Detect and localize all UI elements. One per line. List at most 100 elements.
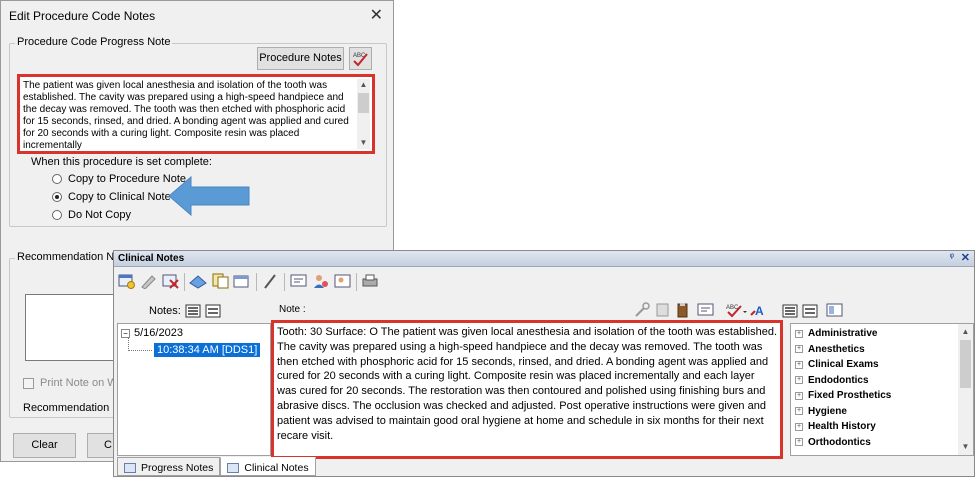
scroll-up-icon[interactable]: ▲ [357, 79, 370, 91]
print-icon[interactable] [361, 273, 379, 289]
scroll-down-icon[interactable]: ▼ [357, 137, 370, 149]
note-scrollbar[interactable]: ▲ ▼ [357, 79, 370, 149]
expand-icon[interactable]: + [795, 407, 803, 415]
toolbar-separator [256, 273, 257, 291]
radio-do-not-copy[interactable]: Do Not Copy [52, 209, 131, 221]
pin-icon[interactable]: ᵠ [950, 252, 954, 263]
tab-progress-notes[interactable]: Progress Notes [117, 457, 221, 476]
wrench-icon[interactable] [633, 302, 651, 318]
expand-icon[interactable]: + [795, 376, 803, 384]
tree-date-label: 5/16/2023 [134, 327, 183, 339]
completion-label: When this procedure is set complete: [31, 156, 212, 168]
collapse-all-icon[interactable] [205, 304, 221, 318]
collapse-categories-icon[interactable] [802, 304, 818, 318]
radio-label: Copy to Clinical Note [68, 191, 171, 203]
expand-all-icon[interactable] [185, 304, 201, 318]
category-item[interactable]: + Administrative [795, 328, 877, 339]
category-item[interactable]: + Fixed Prosthetics [795, 390, 891, 401]
close-icon[interactable]: ✕ [961, 251, 970, 264]
font-color-icon[interactable]: A [750, 302, 768, 318]
clear-button[interactable]: Clear [13, 433, 76, 458]
left-arrow-icon [169, 175, 250, 217]
checkbox-icon [23, 377, 34, 389]
procedure-notes-button[interactable]: Procedure Notes [257, 47, 344, 70]
toolbar-separator [184, 273, 185, 291]
print-note-checkbox[interactable]: Print Note on W [23, 377, 118, 389]
category-label: Endodontics [808, 374, 869, 386]
copy-note-icon[interactable] [211, 273, 229, 289]
scroll-down-icon[interactable]: ▼ [958, 441, 973, 453]
clinical-note-textarea[interactable]: Tooth: 30 Surface: O The patient was giv… [271, 320, 783, 459]
tab-label: Clinical Notes [244, 461, 309, 474]
user-icon[interactable] [312, 273, 330, 289]
close-icon[interactable]: ✕ [370, 5, 383, 25]
edit-note-icon[interactable] [140, 273, 158, 289]
group-title: Procedure Code Progress Note [15, 36, 173, 48]
category-item[interactable]: + Anesthetics [795, 344, 865, 355]
svg-text:A: A [755, 304, 764, 318]
category-item[interactable]: + Clinical Exams [795, 359, 879, 370]
window-icon[interactable] [233, 273, 251, 289]
tab-clinical-notes[interactable]: Clinical Notes [220, 457, 316, 476]
category-label: Clinical Exams [808, 359, 879, 370]
radio-copy-to-clinical-note[interactable]: Copy to Clinical Note [52, 191, 171, 203]
panel-titlebar: Clinical Notes ᵠ ✕ [114, 251, 974, 267]
recommendation-textarea[interactable] [25, 294, 115, 361]
expand-categories-icon[interactable] [782, 304, 798, 318]
category-scrollbar[interactable]: ▲ ▼ [958, 324, 973, 455]
tab-label: Progress Notes [141, 461, 214, 474]
expand-icon[interactable]: + [795, 438, 803, 446]
clinical-notes-icon [227, 462, 240, 473]
new-note-icon[interactable] [118, 273, 136, 289]
expand-icon[interactable]: + [795, 345, 803, 353]
category-label: Fixed Prosthetics [808, 390, 892, 401]
expand-icon[interactable]: + [795, 329, 803, 338]
category-item[interactable]: + Hygiene [795, 406, 847, 417]
expand-icon[interactable]: + [795, 360, 803, 369]
spell-check-icon: ABC [353, 53, 368, 67]
bottom-tabs: Progress Notes Clinical Notes [117, 457, 316, 476]
radio-copy-to-procedure-note[interactable]: Copy to Procedure Note [52, 173, 186, 185]
attach-icon[interactable] [654, 302, 672, 318]
spell-check-button[interactable]: ABC [349, 47, 372, 70]
tree-connector [128, 350, 152, 351]
category-item[interactable]: + Endodontics [795, 375, 869, 386]
tree-date-node[interactable]: − 5/16/2023 [121, 327, 183, 339]
category-label: Orthodontics [808, 436, 871, 448]
note-label: Note : [279, 304, 306, 315]
category-label: Anesthetics [808, 343, 865, 355]
view-icon[interactable] [826, 302, 844, 318]
pen-icon[interactable] [262, 273, 280, 289]
collapse-icon[interactable]: − [121, 328, 130, 338]
delete-note-icon[interactable] [162, 273, 180, 289]
screen-icon[interactable] [290, 273, 308, 289]
clipboard-icon[interactable] [674, 302, 692, 318]
category-label: Hygiene [808, 405, 847, 417]
expand-icon[interactable]: + [795, 422, 803, 431]
recommendation-group-title: Recommendation No [15, 251, 123, 263]
category-item[interactable]: + Orthodontics [795, 437, 871, 448]
notes-label: Notes: [149, 305, 181, 317]
category-item[interactable]: + Health History [795, 421, 876, 432]
procedure-note-textarea[interactable]: The patient was given local anesthesia a… [17, 74, 375, 154]
radio-unselected-icon [52, 210, 62, 220]
toolbar-separator [356, 273, 357, 291]
radio-label: Do Not Copy [68, 209, 131, 221]
clinical-notes-panel: Clinical Notes ᵠ ✕ Notes: Note : ABC A −… [113, 250, 975, 477]
category-label: Administrative [808, 328, 878, 339]
clinical-toolbar [114, 269, 974, 295]
scroll-thumb[interactable] [358, 93, 369, 113]
template-icon[interactable] [697, 302, 715, 318]
scroll-up-icon[interactable]: ▲ [958, 326, 973, 338]
procedure-note-text: The patient was given local anesthesia a… [23, 80, 349, 150]
person-card-icon[interactable] [334, 273, 352, 289]
notes-tree: − 5/16/2023 10:38:34 AM [DDS1] [117, 323, 271, 456]
progress-notes-icon [124, 462, 136, 473]
expand-icon[interactable]: + [795, 391, 803, 400]
spell-check-icon[interactable]: ABC [725, 302, 747, 318]
scroll-thumb[interactable] [960, 340, 971, 388]
tree-note-entry[interactable]: 10:38:34 AM [DDS1] [154, 343, 261, 357]
radio-unselected-icon [52, 174, 62, 184]
toolbar-separator [284, 273, 285, 291]
sign-note-icon[interactable] [189, 273, 207, 289]
